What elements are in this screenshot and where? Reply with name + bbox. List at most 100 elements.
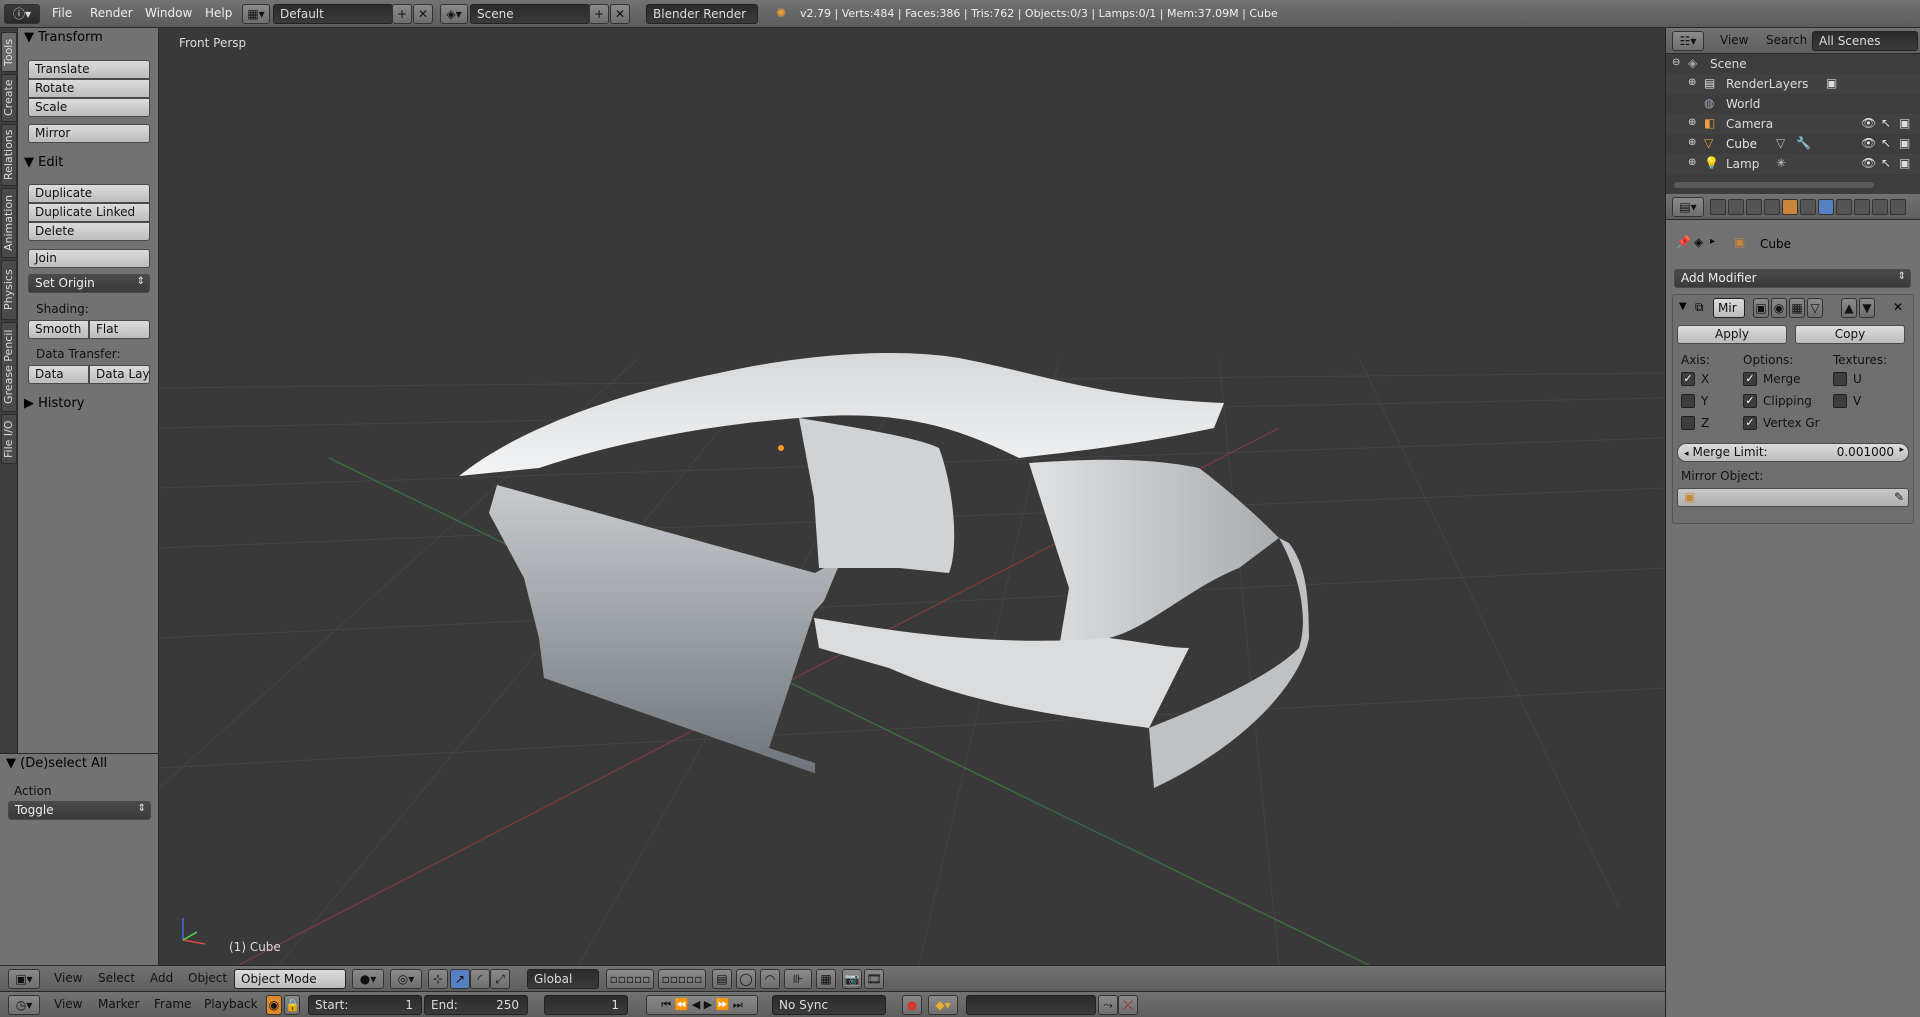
keying-icon[interactable]: ◆▾ [928,995,958,1015]
mirror-button[interactable]: Mirror [28,124,150,143]
outliner-item-scene[interactable]: ⊖ ◈ Scene [1666,54,1920,74]
renderable-camera-icon[interactable]: ▣ [1899,136,1910,150]
texture-u-checkbox[interactable] [1833,372,1847,386]
menu-view[interactable]: View [54,971,82,985]
translate-manipulator-icon[interactable]: ↗ [450,969,470,989]
vertex-groups-checkbox[interactable]: ✓ [1743,416,1757,430]
rotate-manipulator-icon[interactable]: ◜ [470,969,490,989]
axis-z-checkbox[interactable] [1681,416,1695,430]
lock-range-icon[interactable]: 🔒 [284,995,300,1015]
menu-marker[interactable]: Marker [98,997,139,1011]
3d-viewport[interactable]: Front Persp (1) Cube [159,28,1665,965]
scene-tab-icon[interactable] [1746,199,1762,215]
end-frame-field[interactable]: End: 250 [424,995,528,1015]
record-button-icon[interactable]: ● [902,995,922,1015]
playback-controls[interactable]: ⏮ ⏪ ◀ ▶ ⏩ ⏭ [646,995,758,1015]
renderable-camera-icon[interactable]: ▣ [1899,156,1910,170]
move-down-icon[interactable]: ▼ [1859,298,1875,318]
transform-panel-header[interactable]: ▼ Transform [18,28,159,48]
outliner-item-cube[interactable]: ⊕ ▽ Cube ▽ 🔧 👁 ↖ ▣ [1666,134,1920,154]
modifiers-tab-icon[interactable] [1818,199,1834,215]
menu-add[interactable]: Add [150,971,173,985]
menu-window[interactable]: Window [145,6,192,20]
current-frame-field[interactable]: 1 [544,995,628,1015]
render-animation-icon[interactable]: 🎞 [864,969,884,989]
set-origin-select[interactable]: Set Origin ⇕ [28,274,150,293]
world-tab-icon[interactable] [1764,199,1780,215]
rotate-button[interactable]: Rotate [28,79,150,98]
show-in-render-icon[interactable]: ▣ [1753,298,1769,318]
render-image-icon[interactable]: 📷 [842,969,862,989]
display-filter-select[interactable]: All Scenes [1812,31,1918,51]
flat-button[interactable]: Flat [89,320,150,339]
delete-keyframe-icon[interactable]: ⤫ [1118,995,1138,1015]
add-layout-icon[interactable]: + [392,4,412,24]
menu-render[interactable]: Render [90,6,133,20]
tab-tools[interactable]: Tools [1,32,17,72]
lock-camera-icon[interactable]: ▤ [712,969,732,989]
manipulator-toggle-icon[interactable]: ⊹ [428,969,448,989]
menu-search[interactable]: Search [1766,33,1807,47]
smooth-button[interactable]: Smooth [28,320,89,339]
visibility-eye-icon[interactable]: 👁 [1861,156,1876,170]
menu-select[interactable]: Select [98,971,135,985]
layout-field[interactable]: Default [273,4,393,24]
show-on-cage-icon[interactable]: ▽ [1807,298,1823,318]
mode-select[interactable]: Object Mode [234,969,346,989]
mirror-object-field[interactable]: ▣ ✎ [1677,488,1909,507]
collapse-arrow-icon[interactable]: ▼ [1679,301,1687,312]
snap-element-icon[interactable]: ▦ [816,969,836,989]
menu-file[interactable]: File [52,6,72,20]
action-select[interactable]: Toggle ⇕ [8,801,151,820]
insert-keyframe-icon[interactable]: ⤳ [1098,995,1118,1015]
visibility-eye-icon[interactable]: 👁 [1861,116,1876,130]
menu-help[interactable]: Help [205,6,232,20]
add-scene-icon[interactable]: + [589,4,609,24]
tab-relations[interactable]: Relations [1,124,17,186]
menu-timeline-view[interactable]: View [54,997,82,1011]
add-modifier-select[interactable]: Add Modifier ⇕ [1674,269,1911,288]
axis-y-checkbox[interactable] [1681,394,1695,408]
data-tab-icon[interactable] [1836,199,1852,215]
copy-button[interactable]: Copy [1795,325,1905,344]
scene-field[interactable]: Scene [470,4,590,24]
texture-tab-icon[interactable] [1872,199,1888,215]
history-panel-header[interactable]: ▶ History [18,394,159,414]
menu-object[interactable]: Object [188,971,227,985]
tab-file-io[interactable]: File I/O [1,414,17,464]
start-frame-field[interactable]: Start: 1 [308,995,422,1015]
data-layout-button[interactable]: Data Layo [89,365,150,384]
layer-buttons-group-1[interactable]: ▫▫▫▫▫ [606,969,654,989]
menu-frame[interactable]: Frame [154,997,191,1011]
object-tab-icon[interactable] [1782,199,1798,215]
delete-button[interactable]: Delete [28,222,150,241]
modifier-name-field[interactable]: Mir [1713,298,1745,318]
editor-type-info-icon[interactable]: ⓘ▾ [4,4,40,24]
pin-icon[interactable]: 📌 [1676,235,1691,249]
duplicate-linked-button[interactable]: Duplicate Linked [28,203,150,222]
editor-type-outliner-icon[interactable]: ☷▾ [1672,31,1704,51]
constraints-tab-icon[interactable] [1800,199,1816,215]
keying-set-field[interactable] [966,995,1096,1015]
particles-tab-icon[interactable] [1890,199,1906,215]
tab-physics[interactable]: Physics [1,260,17,320]
visibility-eye-icon[interactable]: 👁 [1861,136,1876,150]
outliner-scrollbar[interactable] [1674,182,1874,188]
proportional-edit-icon[interactable]: ◯ [736,969,756,989]
render-engine-select[interactable]: Blender Render [646,4,758,24]
preview-range-icon[interactable]: ◉ [266,995,282,1015]
merge-checkbox[interactable]: ✓ [1743,372,1757,386]
outliner-item-world[interactable]: ◍ World [1666,94,1920,114]
layer-buttons-group-2[interactable]: ▫▫▫▫▫ [658,969,706,989]
render-tab-icon[interactable] [1710,199,1726,215]
deselect-all-panel-header[interactable]: ▼ (De)select All [0,754,159,774]
snap-toggle-icon[interactable]: ⊪ [784,969,812,989]
show-in-editmode-icon[interactable]: ▦ [1789,298,1805,318]
sync-mode-select[interactable]: No Sync [772,995,886,1015]
move-up-icon[interactable]: ▲ [1841,298,1857,318]
scene-icon[interactable]: ◈▾ [440,4,468,24]
viewport-scene[interactable] [159,28,1665,965]
outliner-item-camera[interactable]: ⊕ ◧ Camera 👁 ↖ ▣ [1666,114,1920,134]
clipping-checkbox[interactable]: ✓ [1743,394,1757,408]
selectable-cursor-icon[interactable]: ↖ [1881,136,1891,150]
